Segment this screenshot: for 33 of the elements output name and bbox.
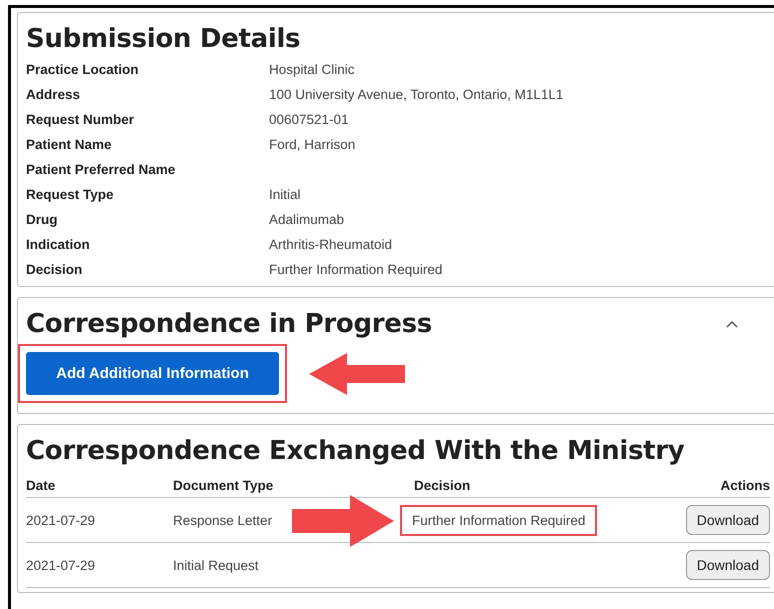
column-header: Decision — [414, 478, 470, 492]
field-label: Practice Location — [26, 62, 139, 77]
field-label: Patient Preferred Name — [26, 162, 176, 177]
table-cell: 2021-07-29 — [26, 512, 96, 528]
field-label: Patient Name — [26, 137, 112, 152]
table-cell: 2021-07-29 — [26, 558, 96, 572]
column-header: Actions — [720, 478, 770, 492]
field-label: Drug — [26, 212, 58, 227]
field-value: Ford, Harrison — [269, 137, 356, 152]
field-label: Request Number — [26, 112, 134, 127]
section-title: Submission Details — [26, 23, 300, 56]
field-label: Address — [26, 87, 80, 102]
table-cell: Response Letter — [173, 512, 272, 528]
section-title: Correspondence Exchanged With the Ministry — [26, 435, 684, 468]
field-value: 00607521-01 — [269, 112, 349, 127]
column-header: Document Type — [173, 478, 274, 492]
field-value: Hospital Clinic — [269, 62, 355, 77]
section-title: Correspondence in Progress — [26, 308, 432, 341]
table-cell: Further Information Required — [400, 504, 598, 536]
download-button[interactable]: Download — [686, 505, 770, 535]
field-label: Indication — [26, 237, 90, 252]
download-button[interactable]: Download — [686, 550, 770, 580]
field-value: Initial — [269, 187, 301, 202]
field-label: Decision — [26, 262, 82, 277]
field-value: Further Information Required — [269, 262, 442, 277]
table-cell: Initial Request — [173, 558, 259, 572]
chevron-icon[interactable] — [726, 320, 738, 328]
field-label: Request Type — [26, 187, 114, 202]
field-value: Arthritis-Rheumatoid — [269, 237, 392, 252]
column-header: Date — [26, 478, 56, 492]
field-value: 100 University Avenue, Toronto, Ontario, M1L1L1 — [269, 87, 564, 102]
field-value: Adalimumab — [269, 212, 344, 227]
add-information-button[interactable]: Add Additional Information — [26, 352, 279, 395]
